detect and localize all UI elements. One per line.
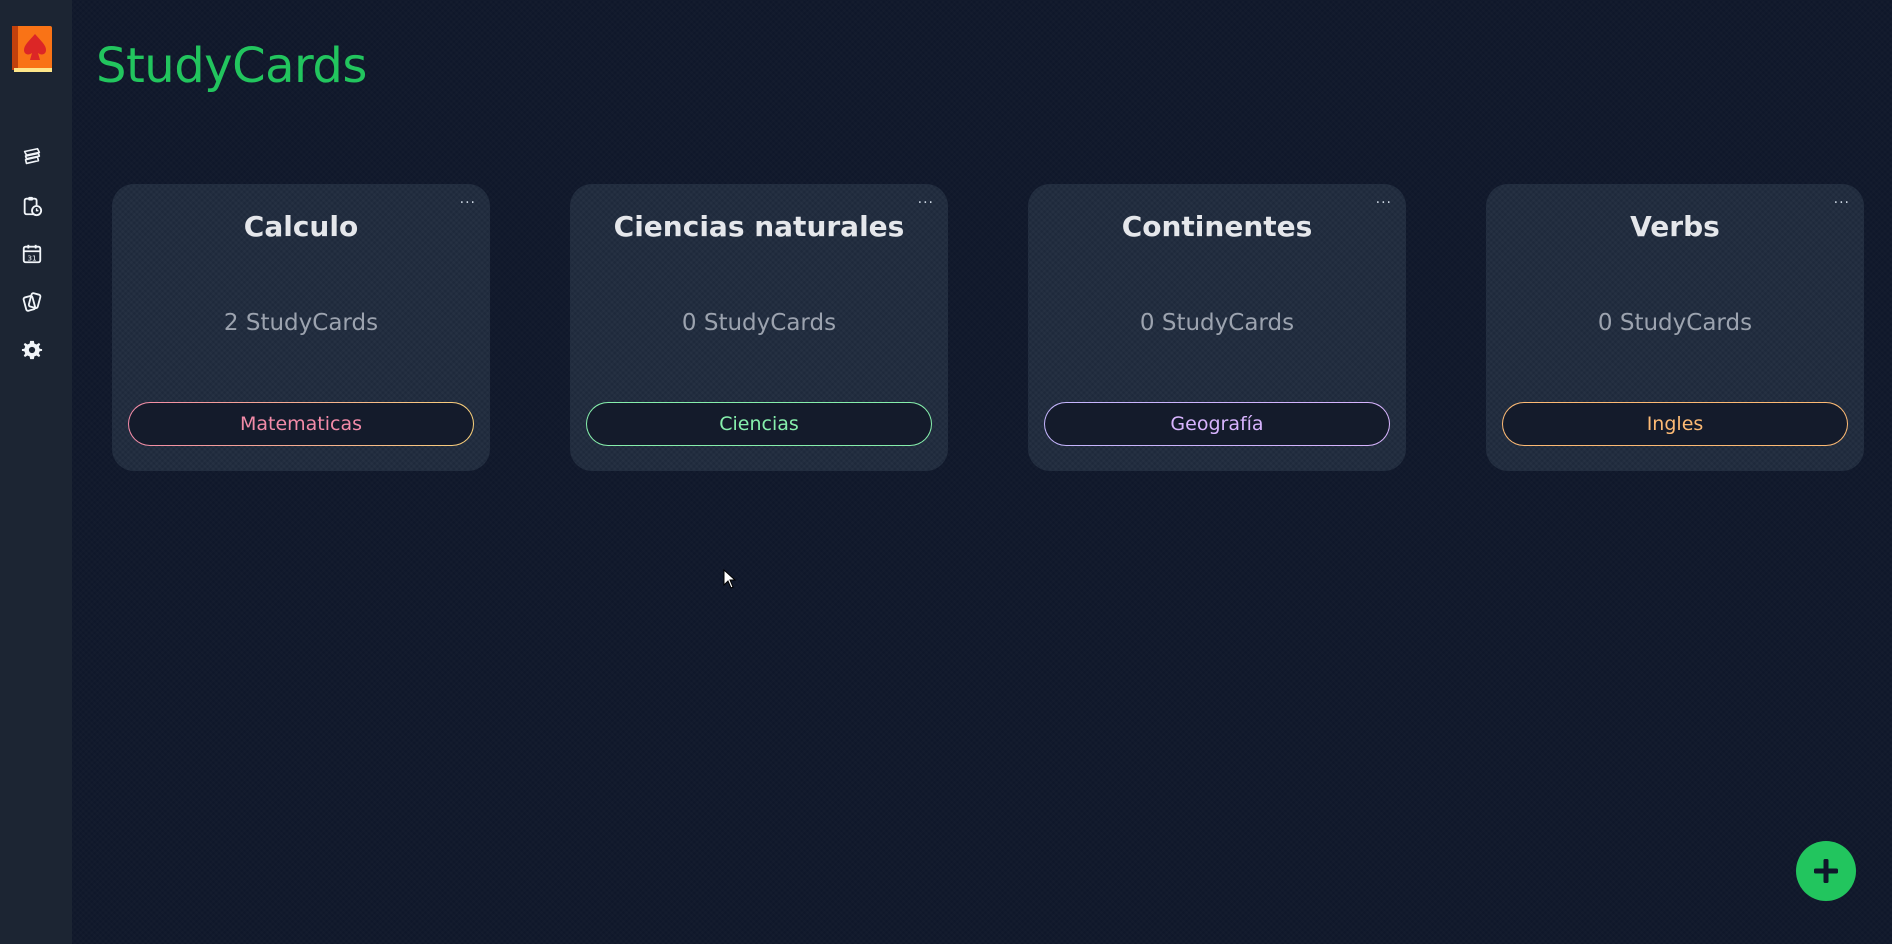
deck-card-count: 0 StudyCards	[681, 310, 837, 336]
deck-tag[interactable]: Geografía	[1044, 402, 1390, 446]
deck-card[interactable]: ... Continentes 0 StudyCards Geografía	[1028, 184, 1406, 471]
deck-menu-button[interactable]: ...	[918, 192, 934, 206]
deck-tag[interactable]: Ciencias	[586, 402, 932, 446]
add-deck-button[interactable]	[1796, 841, 1856, 901]
deck-card-count: 0 StudyCards	[1139, 310, 1295, 336]
app-logo-icon[interactable]	[11, 24, 53, 74]
notes-icon[interactable]	[20, 145, 44, 169]
deck-card-count: 2 StudyCards	[223, 310, 379, 336]
deck-tag[interactable]: Ingles	[1502, 402, 1848, 446]
calendar-icon[interactable]: 31	[20, 242, 44, 266]
deck-menu-button[interactable]: ...	[1834, 192, 1850, 206]
deck-title: Ciencias naturales	[613, 210, 905, 243]
cards-icon[interactable]	[20, 290, 44, 314]
gear-icon[interactable]	[20, 338, 44, 362]
calendar-day-label: 31	[27, 253, 36, 262]
clipboard-clock-icon[interactable]	[20, 194, 44, 218]
mouse-cursor-icon	[723, 568, 737, 589]
deck-title: Verbs	[1630, 210, 1720, 243]
deck-card[interactable]: ... Ciencias naturales 0 StudyCards Cien…	[570, 184, 948, 471]
deck-menu-button[interactable]: ...	[460, 192, 476, 206]
deck-card[interactable]: ... Calculo 2 StudyCards Matematicas	[112, 184, 490, 471]
deck-title: Continentes	[1121, 210, 1313, 243]
plus-icon	[1814, 859, 1838, 883]
deck-tag[interactable]: Matematicas	[128, 402, 474, 446]
deck-card[interactable]: ... Verbs 0 StudyCards Ingles	[1486, 184, 1864, 471]
deck-title: Calculo	[243, 210, 359, 243]
deck-menu-button[interactable]: ...	[1376, 192, 1392, 206]
deck-card-count: 0 StudyCards	[1597, 310, 1753, 336]
app-title: StudyCards	[96, 38, 367, 94]
sidebar: 31	[0, 0, 72, 944]
